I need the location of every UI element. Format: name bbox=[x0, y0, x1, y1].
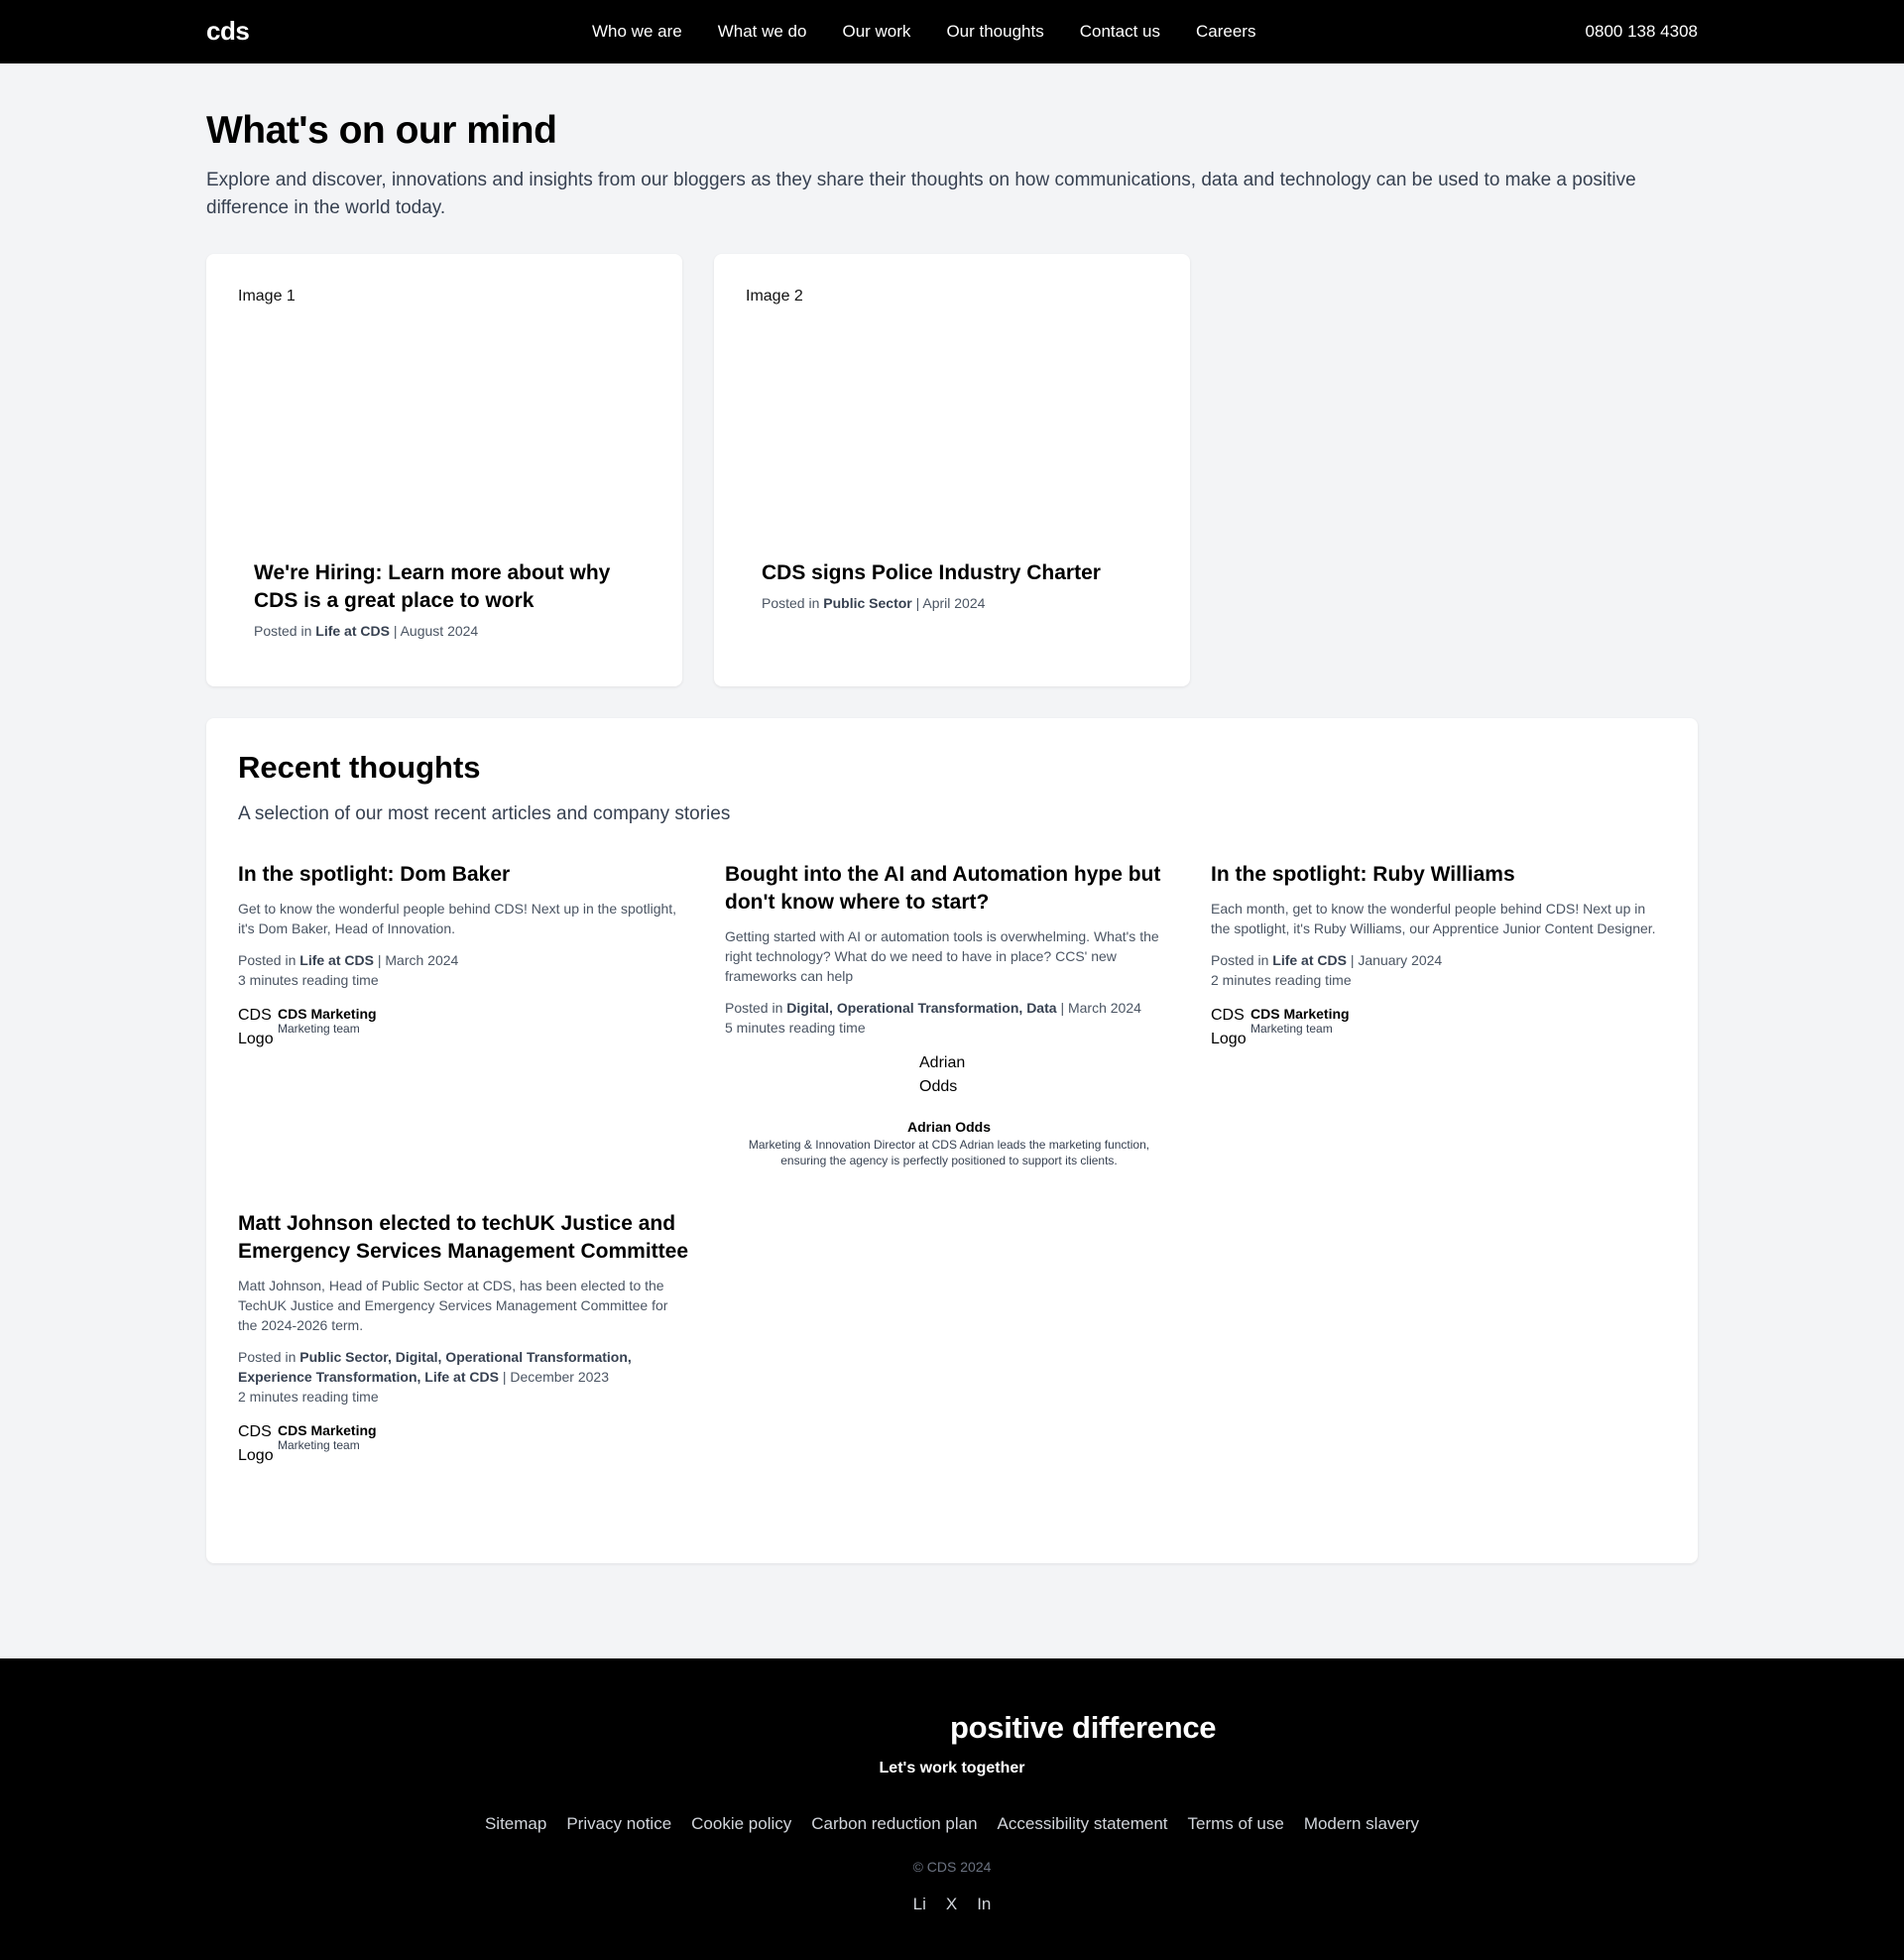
featured-image: Image 2 bbox=[746, 288, 803, 305]
article-excerpt: Getting started with AI or automation to… bbox=[725, 928, 1159, 984]
author-block: CDS Logo CDS Marketing Marketing team bbox=[1211, 1004, 1663, 1051]
posted-in-label: Posted in bbox=[725, 1000, 783, 1016]
copyright: © CDS 2024 bbox=[912, 1859, 992, 1875]
footer-link-sitemap[interactable]: Sitemap bbox=[485, 1814, 546, 1834]
social-links: Li X In bbox=[0, 1895, 1904, 1914]
featured-card[interactable]: Image 2 CDS signs Police Industry Charte… bbox=[714, 254, 1190, 686]
page-intro: Explore and discover, innovations and in… bbox=[206, 170, 1636, 218]
main-nav: Who we are What we do Our work Our thoug… bbox=[592, 22, 1255, 42]
author-name: CDS Marketing bbox=[1250, 1006, 1350, 1022]
footer-link-accessibility[interactable]: Accessibility statement bbox=[998, 1814, 1168, 1834]
nav-our-work[interactable]: Our work bbox=[842, 22, 910, 42]
nav-careers[interactable]: Careers bbox=[1196, 22, 1255, 42]
article-excerpt: Get to know the wonderful people behind … bbox=[238, 901, 677, 936]
post-date: | March 2024 bbox=[377, 952, 459, 968]
article-title[interactable]: Bought into the AI and Automation hype b… bbox=[725, 861, 1173, 917]
post-date: | March 2024 bbox=[1060, 1000, 1141, 1016]
author-info: CDS Marketing Marketing team bbox=[278, 1004, 377, 1036]
category-link[interactable]: Life at CDS bbox=[1272, 952, 1347, 968]
author-bio: Marketing & Innovation Director at CDS A… bbox=[748, 1138, 1150, 1167]
nav-our-thoughts[interactable]: Our thoughts bbox=[946, 22, 1043, 42]
author-block: Adrian Odds Adrian Odds Marketing & Inno… bbox=[725, 1051, 1173, 1168]
footer-link-privacy[interactable]: Privacy notice bbox=[566, 1814, 671, 1834]
author-info: CDS Marketing Marketing team bbox=[278, 1420, 377, 1452]
featured-title[interactable]: CDS signs Police Industry Charter bbox=[762, 559, 1150, 587]
author-photo: Adrian Odds bbox=[919, 1054, 966, 1095]
posted-in-label: Posted in bbox=[238, 1349, 297, 1365]
phone-number-link[interactable]: 0800 138 4308 bbox=[1586, 22, 1698, 42]
featured-meta: Posted in Public Sector | April 2024 bbox=[762, 595, 1150, 611]
lets-work-together-link[interactable]: Let's work together bbox=[0, 1760, 1904, 1777]
article-meta: Posted in Digital, Operational Transform… bbox=[725, 998, 1173, 1018]
article-card: Matt Johnson elected to techUK Justice a… bbox=[238, 1210, 690, 1468]
section-subtitle: A selection of our most recent articles … bbox=[238, 803, 731, 824]
posted-in-label: Posted in bbox=[238, 952, 297, 968]
x-icon[interactable]: X bbox=[946, 1895, 957, 1914]
footer-nav: Sitemap Privacy notice Cookie policy Car… bbox=[0, 1814, 1904, 1834]
site-footer: positive difference Let's work together … bbox=[0, 1658, 1904, 1960]
nav-who-we-are[interactable]: Who we are bbox=[592, 22, 682, 42]
article-card: Bought into the AI and Automation hype b… bbox=[725, 861, 1173, 1168]
featured-image: Image 1 bbox=[238, 288, 296, 305]
posted-in-label: Posted in bbox=[1211, 952, 1269, 968]
page-title: What's on our mind bbox=[206, 109, 557, 152]
footer-link-terms[interactable]: Terms of use bbox=[1188, 1814, 1284, 1834]
post-date: | January 2024 bbox=[1350, 952, 1443, 968]
author-name: CDS Marketing bbox=[278, 1422, 377, 1438]
author-role: Marketing team bbox=[278, 1438, 360, 1452]
category-link[interactable]: Life at CDS bbox=[299, 952, 374, 968]
article-excerpt: Matt Johnson, Head of Public Sector at C… bbox=[238, 1278, 668, 1333]
reading-time: 5 minutes reading time bbox=[725, 1020, 866, 1036]
footer-link-modern-slavery[interactable]: Modern slavery bbox=[1304, 1814, 1419, 1834]
article-meta: Posted in Public Sector, Digital, Operat… bbox=[238, 1347, 690, 1387]
reading-time: 2 minutes reading time bbox=[238, 1389, 379, 1405]
author-logo: CDS Logo bbox=[1211, 1007, 1247, 1047]
featured-card-body: CDS signs Police Industry Charter Posted… bbox=[762, 559, 1150, 611]
author-logo: CDS Logo bbox=[238, 1007, 274, 1047]
category-link[interactable]: Public Sector bbox=[823, 595, 911, 611]
post-date: | August 2024 bbox=[393, 623, 479, 639]
author-role: Marketing team bbox=[278, 1022, 360, 1036]
author-name: CDS Marketing bbox=[278, 1006, 377, 1022]
article-excerpt: Each month, get to know the wonderful pe… bbox=[1211, 901, 1656, 936]
author-block: CDS Logo CDS Marketing Marketing team bbox=[238, 1004, 690, 1051]
category-link[interactable]: Digital, Operational Transformation, Dat… bbox=[786, 1000, 1056, 1016]
category-link[interactable]: Life at CDS bbox=[315, 623, 390, 639]
footer-link-cookies[interactable]: Cookie policy bbox=[691, 1814, 791, 1834]
site-header: cds Who we are What we do Our work Our t… bbox=[0, 0, 1904, 63]
article-card: In the spotlight: Ruby Williams Each mon… bbox=[1211, 861, 1663, 1051]
footer-tagline: positive difference bbox=[950, 1710, 1217, 1745]
linkedin-icon[interactable]: Li bbox=[913, 1895, 926, 1914]
article-meta: Posted in Life at CDS | March 2024 bbox=[238, 950, 690, 970]
nav-what-we-do[interactable]: What we do bbox=[718, 22, 807, 42]
author-name: Adrian Odds bbox=[906, 1119, 991, 1135]
recent-thoughts-section: Recent thoughts A selection of our most … bbox=[206, 718, 1698, 1563]
article-card: In the spotlight: Dom Baker Get to know … bbox=[238, 861, 690, 1051]
section-title: Recent thoughts bbox=[238, 750, 481, 785]
article-title[interactable]: In the spotlight: Dom Baker bbox=[238, 861, 690, 889]
featured-card-body: We're Hiring: Learn more about why CDS i… bbox=[254, 559, 643, 639]
author-block: CDS Logo CDS Marketing Marketing team bbox=[238, 1420, 690, 1468]
post-date: | April 2024 bbox=[915, 595, 986, 611]
featured-meta: Posted in Life at CDS | August 2024 bbox=[254, 623, 643, 639]
article-meta: Posted in Life at CDS | January 2024 bbox=[1211, 950, 1663, 970]
posted-in-label: Posted in bbox=[762, 595, 820, 611]
reading-time: 2 minutes reading time bbox=[1211, 972, 1352, 988]
footer-link-carbon[interactable]: Carbon reduction plan bbox=[811, 1814, 977, 1834]
author-role: Marketing team bbox=[1250, 1022, 1333, 1036]
featured-title[interactable]: We're Hiring: Learn more about why CDS i… bbox=[254, 559, 643, 615]
post-date: | December 2023 bbox=[502, 1369, 609, 1385]
article-title[interactable]: Matt Johnson elected to techUK Justice a… bbox=[238, 1210, 690, 1266]
site-logo[interactable]: cds bbox=[206, 16, 250, 47]
nav-contact-us[interactable]: Contact us bbox=[1080, 22, 1160, 42]
author-logo: CDS Logo bbox=[238, 1423, 274, 1464]
posted-in-label: Posted in bbox=[254, 623, 312, 639]
reading-time: 3 minutes reading time bbox=[238, 972, 379, 988]
article-title[interactable]: In the spotlight: Ruby Williams bbox=[1211, 861, 1663, 889]
instagram-icon[interactable]: In bbox=[977, 1895, 991, 1914]
author-info: CDS Marketing Marketing team bbox=[1250, 1004, 1350, 1036]
featured-card[interactable]: Image 1 We're Hiring: Learn more about w… bbox=[206, 254, 682, 686]
